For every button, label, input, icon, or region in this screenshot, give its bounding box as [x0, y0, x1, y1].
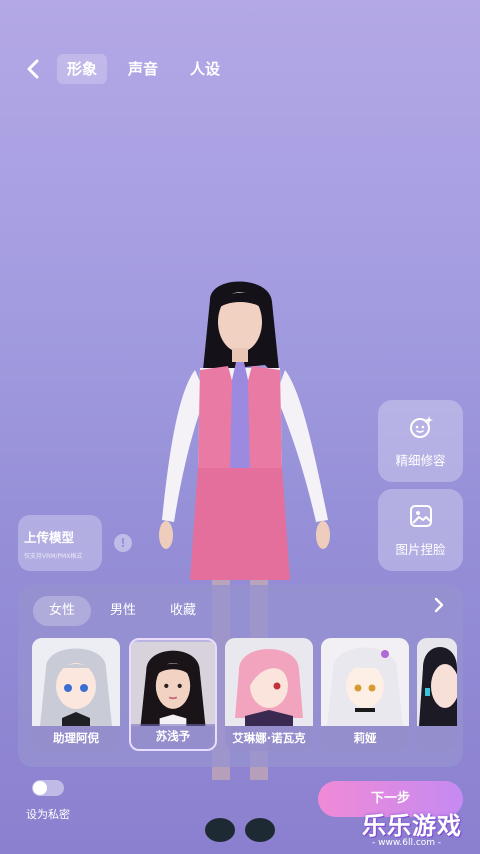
fine-edit-button[interactable]: 精细修容	[378, 400, 463, 482]
fine-edit-label: 精细修容	[395, 452, 446, 468]
tab-voice[interactable]: 声音	[118, 54, 168, 84]
chevron-left-icon	[27, 59, 39, 79]
character-name: 助理阿倪	[32, 726, 120, 751]
photo-sculpt-button[interactable]: 图片捏脸	[378, 489, 463, 571]
upload-model-title: 上传模型	[24, 530, 75, 545]
category-male[interactable]: 男性	[94, 596, 152, 626]
upload-model-subtitle: 仅支持VRM/PMX格式	[24, 553, 83, 560]
tab-persona[interactable]: 人设	[180, 54, 230, 84]
watermark-logo: 乐乐游戏	[362, 812, 462, 840]
privacy-label: 设为私密	[26, 808, 70, 821]
info-icon[interactable]: !	[114, 534, 132, 552]
character-list: 助理阿倪 苏浅予 艾琳娜·诺瓦克 莉娅	[32, 638, 463, 753]
tab-appearance[interactable]: 形象	[57, 54, 108, 84]
top-bar: 形象 声音 人设	[0, 52, 480, 86]
back-button[interactable]	[18, 54, 48, 84]
photo-sculpt-label: 图片捏脸	[395, 541, 446, 557]
character-avatar	[321, 638, 409, 726]
upload-model-button[interactable]: 上传模型 仅支持VRM/PMX格式	[18, 515, 102, 571]
character-avatar	[225, 638, 313, 726]
character-avatar	[32, 638, 120, 726]
character-card[interactable]	[417, 638, 457, 751]
character-avatar	[131, 642, 215, 726]
chevron-right-icon[interactable]	[429, 595, 449, 615]
image-icon	[409, 504, 432, 527]
character-name: 莉娅	[321, 726, 409, 751]
privacy-toggle[interactable]	[32, 780, 64, 796]
category-female[interactable]: 女性	[33, 596, 92, 626]
face-sparkle-icon	[409, 415, 433, 438]
watermark-url: - www.6ll.com -	[372, 838, 442, 848]
character-name: 苏浅予	[131, 724, 215, 749]
character-avatar	[417, 638, 457, 726]
character-card[interactable]: 助理阿倪	[32, 638, 120, 751]
character-panel: 女性 男性 收藏 助理阿倪 苏浅予 艾琳娜·诺瓦克 莉娅	[18, 585, 463, 767]
character-name: 艾琳娜·诺瓦克	[225, 726, 313, 751]
character-card-selected[interactable]: 苏浅予	[129, 638, 217, 751]
character-card[interactable]: 艾琳娜·诺瓦克	[225, 638, 313, 751]
character-name	[417, 726, 457, 751]
toggle-knob	[33, 781, 47, 795]
category-favorites[interactable]: 收藏	[154, 596, 212, 626]
character-card[interactable]: 莉娅	[321, 638, 409, 751]
